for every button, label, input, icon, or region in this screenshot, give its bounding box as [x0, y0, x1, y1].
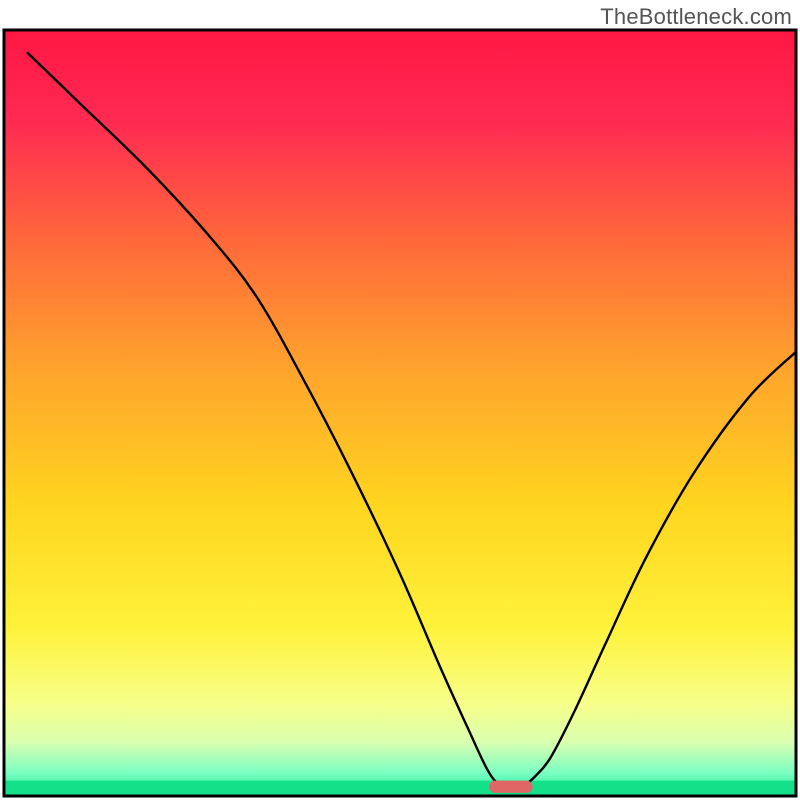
watermark-label: TheBottleneck.com [600, 4, 792, 30]
bottom-green-band [4, 781, 796, 796]
chart-container: TheBottleneck.com [0, 0, 800, 800]
plot-area [4, 30, 796, 796]
optimal-marker [489, 781, 533, 793]
bottleneck-plot [0, 0, 800, 800]
